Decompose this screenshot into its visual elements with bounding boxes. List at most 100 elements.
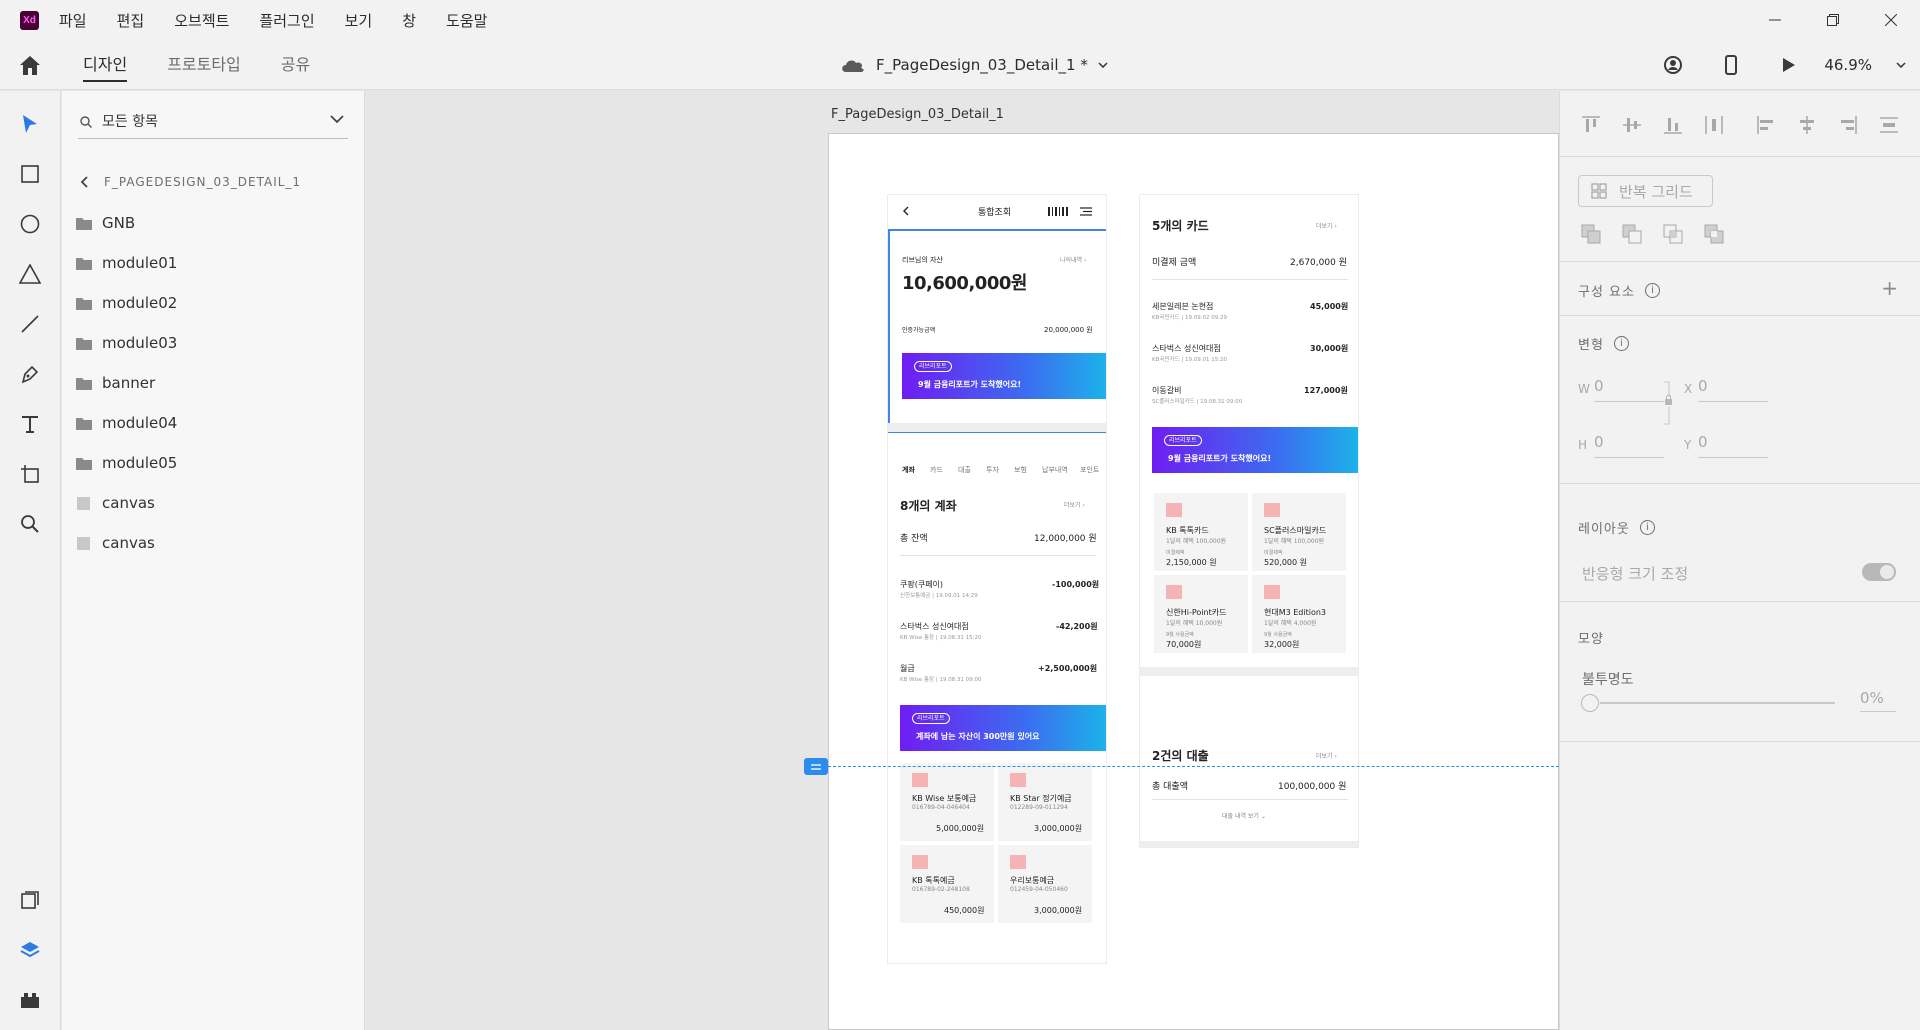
home-button[interactable] [17, 53, 43, 77]
layer-item[interactable]: canvas [76, 483, 356, 523]
ellipse-tool[interactable] [16, 210, 44, 238]
mobile-screen-cards[interactable]: 5개의 카드 더보기 › 미결제 금액 2,670,000 원 세븐일레븐 논현… [1139, 194, 1359, 848]
restore-button[interactable] [1804, 0, 1862, 40]
guide-line[interactable] [828, 766, 1559, 767]
align-left-button[interactable] [1755, 114, 1777, 136]
layer-item[interactable]: banner [76, 363, 356, 403]
layer-item[interactable]: module04 [76, 403, 356, 443]
plugins-panel-button[interactable] [16, 986, 44, 1014]
subtab-invest[interactable]: 투자 [986, 465, 999, 475]
align-middle-button[interactable] [1621, 114, 1643, 136]
account-tile[interactable]: KB 톡톡예금 016789-02-248108 450,000원 [900, 845, 994, 923]
align-center-button[interactable] [1796, 114, 1818, 136]
subtract-boolean-button[interactable] [1619, 221, 1645, 247]
repeat-grid-button[interactable]: 반복 그리드 [1578, 175, 1713, 207]
card-tile[interactable]: 신한Hi-Point카드 1달의 혜택 10,000원 9월 사용금액 70,0… [1154, 575, 1248, 653]
line-tool[interactable] [16, 310, 44, 338]
cards-more-link[interactable]: 더보기 › [1316, 221, 1337, 230]
height-input[interactable]: 0 [1594, 433, 1664, 458]
add-boolean-button[interactable] [1578, 221, 1604, 247]
tab-design[interactable]: 디자인 [83, 40, 128, 90]
guide-handle[interactable] [804, 758, 828, 775]
x-input[interactable]: 0 [1698, 377, 1768, 402]
distribute-vertical-button[interactable] [1703, 114, 1725, 136]
layer-item[interactable]: module02 [76, 283, 356, 323]
promo-banner[interactable]: 리브리포트 9월 금융리포트가 도착했어요! [902, 353, 1106, 399]
card-tile[interactable]: 현대M3 Edition3 1달의 혜택 4,000원 9월 사용금액 32,0… [1252, 575, 1346, 653]
loans-more-link[interactable]: 더보기 › [1316, 751, 1337, 760]
menu-plugins[interactable]: 플러그인 [259, 10, 314, 31]
account-tile[interactable]: 우리보통예금 012459-04-050460 3,000,000원 [998, 845, 1092, 923]
subtab-account[interactable]: 계좌 [902, 465, 915, 475]
accounts-more-link[interactable]: 더보기 › [1064, 500, 1085, 509]
menu-edit[interactable]: 편집 [117, 10, 145, 31]
align-right-button[interactable] [1837, 114, 1859, 136]
layers-panel-button[interactable] [16, 936, 44, 964]
filter-chevron-icon[interactable] [330, 115, 344, 124]
subtab-loan[interactable]: 대출 [958, 465, 971, 475]
artboard[interactable]: 통합조회 리브님의 자산 나의내역 › 10,600,000원 인증가능금액 2… [828, 133, 1559, 1030]
artboard-tool[interactable] [16, 460, 44, 488]
opacity-input[interactable]: 0% [1860, 689, 1896, 712]
document-title[interactable]: F_PageDesign_03_Detail_1 * [840, 40, 1108, 90]
pen-tool[interactable] [16, 360, 44, 388]
responsive-resize-toggle[interactable] [1862, 563, 1896, 581]
layer-item[interactable]: module01 [76, 243, 356, 283]
distribute-horizontal-button[interactable] [1878, 114, 1900, 136]
device-preview-button[interactable] [1702, 40, 1760, 90]
minimize-button[interactable] [1746, 0, 1804, 40]
menu-view[interactable]: 보기 [345, 10, 373, 31]
layer-item[interactable]: canvas [76, 523, 356, 563]
menu-help[interactable]: 도움말 [446, 10, 487, 31]
lock-aspect-icon[interactable] [1663, 381, 1673, 425]
subtab-insurance[interactable]: 보험 [1014, 465, 1027, 475]
card-tile[interactable]: SC플러스마일카드 1달의 혜택 100,000원 미결제액 520,000 원 [1252, 493, 1346, 571]
tab-share[interactable]: 공유 [281, 40, 310, 90]
info-icon[interactable]: i [1613, 336, 1629, 351]
card-tile[interactable]: KB 톡톡카드 1달의 혜택 100,000원 미결제액 2,150,000 원 [1154, 493, 1248, 571]
account-tile[interactable]: KB Star 정기예금 012289-09-011294 3,000,000원 [998, 763, 1092, 841]
select-tool[interactable] [16, 110, 44, 138]
layer-item[interactable]: module05 [76, 443, 356, 483]
close-button[interactable] [1862, 0, 1920, 40]
assets-panel-button[interactable] [16, 886, 44, 914]
info-icon[interactable]: i [1644, 283, 1660, 298]
account-tile[interactable]: KB Wise 보통예금 016789-04-046404 5,000,000원 [900, 763, 994, 841]
subtab-card[interactable]: 카드 [930, 465, 943, 475]
add-component-icon[interactable]: + [1881, 276, 1898, 300]
menu-file[interactable]: 파일 [59, 10, 87, 31]
subtab-payments[interactable]: 납부내역 [1042, 465, 1068, 475]
layer-item[interactable]: GNB [76, 203, 356, 243]
tab-prototype[interactable]: 프로토타입 [167, 40, 241, 90]
layer-search-input[interactable] [102, 113, 302, 130]
promo-banner[interactable]: 리브리포트 계좌에 남는 자산이 300만원 있어요 [900, 705, 1106, 751]
align-bottom-button[interactable] [1662, 114, 1684, 136]
text-tool[interactable] [16, 410, 44, 438]
opacity-slider-knob[interactable] [1581, 694, 1599, 712]
exclude-boolean-button[interactable] [1701, 221, 1727, 247]
info-icon[interactable]: i [1639, 520, 1655, 535]
zoom-tool[interactable] [16, 510, 44, 538]
polygon-tool[interactable] [16, 260, 44, 288]
subtab-points[interactable]: 포인트 [1080, 465, 1099, 475]
opacity-slider-track[interactable] [1600, 702, 1835, 704]
chevron-left-icon[interactable] [80, 176, 88, 188]
intersect-boolean-button[interactable] [1660, 221, 1686, 247]
promo-banner[interactable]: 리브리포트 9월 금융리포트가 도착했어요! [1152, 427, 1358, 473]
canvas-area[interactable]: F_PageDesign_03_Detail_1 통합조회 리브님의 자산 나의… [366, 91, 1559, 1030]
layer-item[interactable]: module03 [76, 323, 356, 363]
artboard-title[interactable]: F_PageDesign_03_Detail_1 [831, 107, 1004, 122]
zoom-level[interactable]: 46.9% [1824, 56, 1872, 74]
menu-window[interactable]: 창 [402, 10, 416, 31]
align-top-button[interactable] [1580, 114, 1602, 136]
layer-breadcrumb[interactable]: F_PAGEDESIGN_03_DETAIL_1 [80, 175, 301, 189]
y-input[interactable]: 0 [1698, 433, 1768, 458]
invite-button[interactable] [1644, 40, 1702, 90]
menu-object[interactable]: 오브젝트 [174, 10, 229, 31]
zoom-chevron-icon[interactable] [1896, 62, 1906, 68]
mobile-screen-accounts[interactable]: 통합조회 리브님의 자산 나의내역 › 10,600,000원 인증가능금액 2… [887, 194, 1107, 964]
rectangle-tool[interactable] [16, 160, 44, 188]
width-input[interactable]: 0 [1594, 377, 1664, 402]
loan-history-link[interactable]: 대출 내역 보기 ⌄ [1222, 811, 1266, 820]
play-button[interactable] [1760, 40, 1818, 90]
